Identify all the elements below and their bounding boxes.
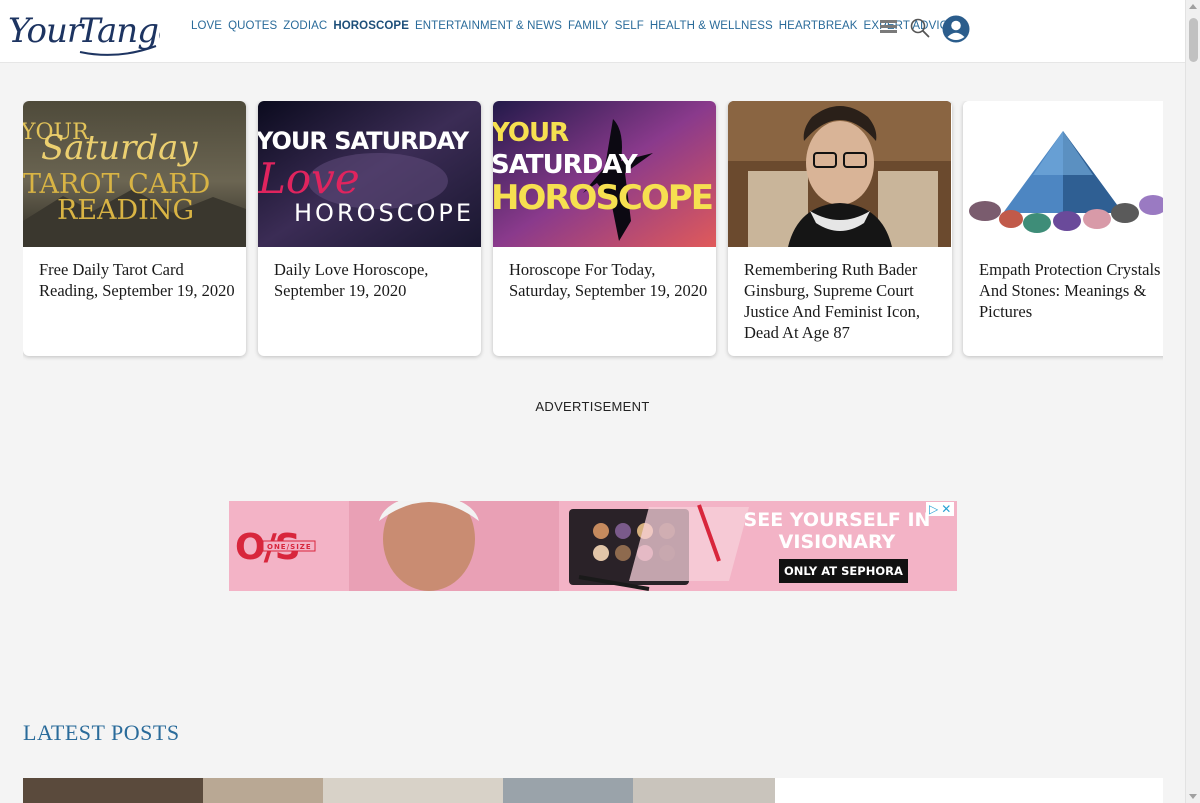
nav-item-quotes[interactable]: QUOTES [228,20,277,32]
page-scrollbar[interactable] [1185,0,1200,803]
menu-icon[interactable] [880,20,897,34]
nav-item-family[interactable]: FAMILY [568,20,609,32]
latest-posts-heading: LATEST POSTS [23,720,180,745]
nav-item-heartbreak[interactable]: HEARTBREAK [779,20,858,32]
ad-close-icon[interactable]: ✕ [941,502,951,516]
ad-banner[interactable]: O/S ONE/SIZE SEE YOURSELF IN VISIONARY O… [229,501,957,591]
scroll-up-arrow-icon[interactable] [1189,4,1197,9]
nav-item-love[interactable]: LOVE [191,20,222,32]
card-image-text: SATURDAY [493,150,639,180]
featured-card-love-horoscope[interactable]: YOUR SATURDAY Love HOROSCOPE Daily Love … [258,101,481,356]
card-image-text: READING [57,195,194,226]
card-image-text: HOROSCOPE [294,199,474,227]
advertisement-label: ADVERTISEMENT [535,399,650,414]
card-title[interactable]: Empath Protection Crystals And Stones: M… [979,259,1163,322]
featured-carousel: YOUR Saturday TAROT CARD READING Free Da… [23,101,1163,363]
nav-item-zodiac[interactable]: ZODIAC [283,20,327,32]
ad-brand-logo-text: ONE/SIZE [267,543,312,551]
featured-card-tarot[interactable]: YOUR Saturday TAROT CARD READING Free Da… [23,101,246,356]
card-title[interactable]: Daily Love Horoscope, September 19, 2020 [274,259,474,301]
latest-post-image[interactable] [23,778,775,803]
featured-card-crystals[interactable]: Empath Protection Crystals And Stones: M… [963,101,1163,356]
card-image-rbg-portrait [728,101,951,247]
card-image-text: YOUR SATURDAY [258,127,470,155]
card-image-text: Saturday [41,128,198,168]
logo-wordmark: Your Tango [8,11,179,56]
main-navigation: LOVE QUOTES ZODIAC HOROSCOPE ENTERTAINME… [191,20,962,32]
svg-text:Tango: Tango [78,11,160,51]
nav-item-self[interactable]: SELF [615,20,644,32]
site-header: Your Tango LOVE QUOTES ZODIAC HOROSCOPE … [0,0,1185,63]
scroll-down-arrow-icon[interactable] [1189,794,1197,799]
featured-card-rbg[interactable]: Remembering Ruth Bader Ginsburg, Supreme… [728,101,952,356]
latest-post-text-panel [775,778,1163,803]
svg-text:Your: Your [8,11,85,51]
ad-info-icon[interactable]: ▷ [929,502,938,516]
card-image-love-horoscope: YOUR SATURDAY Love HOROSCOPE [258,101,481,247]
nav-item-health-wellness[interactable]: HEALTH & WELLNESS [650,20,773,32]
card-title[interactable]: Remembering Ruth Bader Ginsburg, Supreme… [744,259,944,343]
card-image-text: Love [258,154,360,203]
ad-brand-logo: O/S ONE/SIZE [235,527,345,576]
nav-item-horoscope[interactable]: HOROSCOPE [333,20,409,32]
card-image-tarot: YOUR Saturday TAROT CARD READING [23,101,246,247]
card-image-text: YOUR [493,118,569,148]
search-icon[interactable] [909,17,931,39]
site-logo[interactable]: Your Tango [8,4,179,60]
nav-item-entertainment-news[interactable]: ENTERTAINMENT & NEWS [415,20,562,32]
card-title[interactable]: Horoscope For Today, Saturday, September… [509,259,709,301]
card-image-text: HOROSCOPE [493,178,712,218]
card-title[interactable]: Free Daily Tarot Card Reading, September… [39,259,239,301]
ad-cta-button[interactable]: ONLY AT SEPHORA [779,559,908,583]
featured-card-horoscope-today[interactable]: YOUR SATURDAY HOROSCOPE Horoscope For To… [493,101,716,356]
ad-headline: SEE YOURSELF IN VISIONARY [743,509,931,553]
ad-choices[interactable]: ▷ ✕ [926,502,955,516]
card-image-crystals [963,101,1163,247]
scroll-thumb[interactable] [1189,18,1198,62]
user-account-icon[interactable] [942,15,970,43]
card-image-horoscope-today: YOUR SATURDAY HOROSCOPE [493,101,716,247]
